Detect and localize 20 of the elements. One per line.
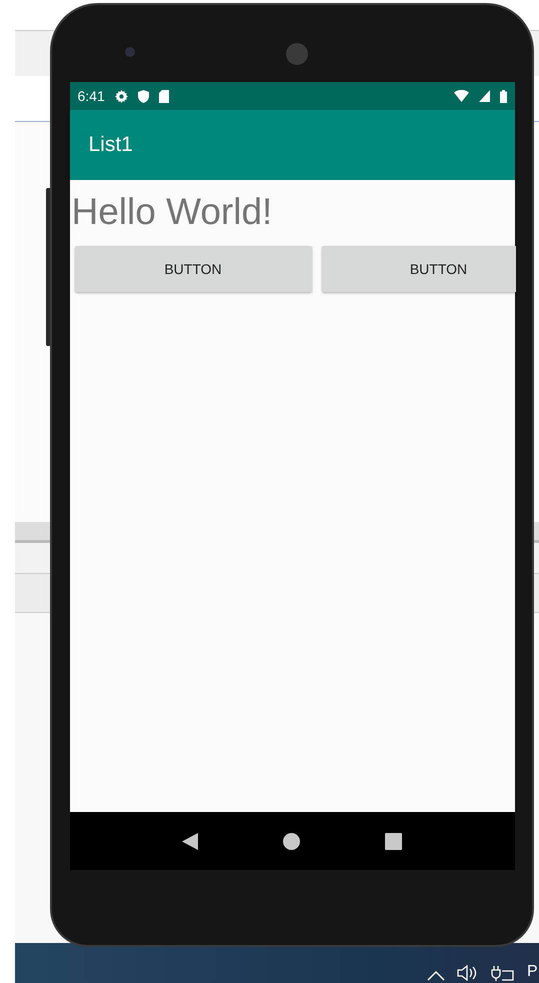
speaker-icon [286,43,308,65]
sd-card-icon [158,90,169,102]
speaker-volume-icon[interactable] [457,965,479,981]
app-button[interactable]: BUTTON [322,246,516,292]
status-time: 6:41 [78,88,105,104]
wifi-icon [454,90,468,102]
app-title: List1 [88,133,133,157]
hello-text: Hello World! [72,190,274,234]
shield-icon [138,90,149,102]
signal-icon [478,90,490,102]
power-plug-icon[interactable] [491,965,515,981]
home-icon[interactable] [283,832,300,850]
battery-icon [500,90,506,102]
camera-icon [125,47,135,57]
recents-icon[interactable] [385,832,402,850]
chevron-up-icon[interactable] [427,969,445,981]
app-button[interactable]: BUTTON [74,246,312,292]
gear-icon [114,90,128,102]
language-indicator[interactable]: Р [527,963,539,981]
back-icon[interactable] [182,832,198,850]
